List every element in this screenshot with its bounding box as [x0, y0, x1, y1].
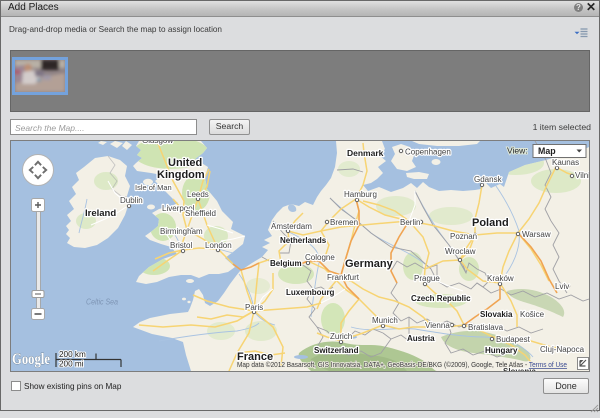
svg-text:Hungary: Hungary — [485, 346, 518, 355]
svg-text:Bratislava: Bratislava — [468, 323, 504, 332]
svg-text:London: London — [205, 241, 232, 250]
svg-text:Košice: Košice — [520, 310, 545, 319]
svg-text:Glasgow: Glasgow — [142, 141, 173, 145]
svg-text:Budapest: Budapest — [496, 335, 531, 344]
svg-text:Ireland: Ireland — [85, 208, 116, 219]
svg-text:Google: Google — [12, 351, 50, 368]
svg-text:Kraków: Kraków — [487, 274, 514, 283]
svg-text:Netherlands: Netherlands — [280, 236, 327, 245]
svg-text:Warsaw: Warsaw — [522, 230, 551, 239]
svg-text:Gdansk: Gdansk — [474, 175, 503, 184]
svg-text:Lviv: Lviv — [555, 282, 569, 291]
svg-text:Dublin: Dublin — [120, 196, 143, 205]
svg-text:Belgium: Belgium — [270, 259, 302, 268]
svg-text:Amsterdam: Amsterdam — [271, 222, 312, 231]
svg-text:Kaunas: Kaunas — [552, 158, 579, 167]
svg-text:Copenhagen: Copenhagen — [405, 148, 451, 157]
svg-text:Prague: Prague — [414, 274, 440, 283]
svg-text:Wroclaw: Wroclaw — [445, 247, 476, 256]
svg-text:Map: Map — [538, 146, 556, 156]
svg-text:View:: View: — [507, 146, 528, 156]
svg-text:Denmark: Denmark — [347, 148, 384, 158]
svg-text:Leeds: Leeds — [187, 190, 209, 199]
svg-text:Kingdom: Kingdom — [157, 169, 205, 181]
svg-text:Hamburg: Hamburg — [344, 190, 377, 199]
svg-text:Berlin: Berlin — [400, 218, 420, 227]
svg-text:Czech Republic: Czech Republic — [411, 294, 471, 303]
svg-text:Switzerland: Switzerland — [314, 346, 359, 355]
svg-text:Frankfurt: Frankfurt — [327, 273, 360, 282]
svg-text:Cologne: Cologne — [305, 253, 335, 262]
svg-text:Birmingham: Birmingham — [160, 227, 203, 236]
svg-text:Germany: Germany — [345, 258, 394, 270]
svg-text:Vienna: Vienna — [425, 321, 450, 330]
svg-text:Vilnius: Vilnius — [575, 171, 589, 180]
svg-text:200 mi: 200 mi — [59, 360, 84, 369]
svg-text:Paris: Paris — [245, 303, 263, 312]
svg-text:Cluj-Napoca: Cluj-Napoca — [540, 345, 585, 354]
svg-text:Sheffield: Sheffield — [185, 209, 216, 218]
svg-text:Isle of Man: Isle of Man — [135, 183, 172, 192]
svg-text:200 km: 200 km — [59, 350, 86, 359]
svg-text:Poland: Poland — [472, 217, 509, 229]
svg-text:Zurich: Zurich — [330, 332, 352, 341]
svg-text:Slovakia: Slovakia — [480, 310, 513, 319]
svg-text:Poznan: Poznan — [450, 232, 477, 241]
svg-text:Austria: Austria — [407, 334, 435, 343]
svg-text:Bristol: Bristol — [170, 241, 192, 250]
svg-text:Luxembourg: Luxembourg — [286, 288, 335, 297]
svg-text:Celtic Sea: Celtic Sea — [86, 297, 118, 307]
svg-text:Munich: Munich — [372, 316, 398, 325]
svg-text:Map data ©2012 Basarsoft, GIS: Map data ©2012 Basarsoft, GIS Innovatsia… — [237, 360, 567, 369]
svg-text:Bremen: Bremen — [330, 218, 358, 227]
svg-text:United: United — [168, 157, 202, 169]
